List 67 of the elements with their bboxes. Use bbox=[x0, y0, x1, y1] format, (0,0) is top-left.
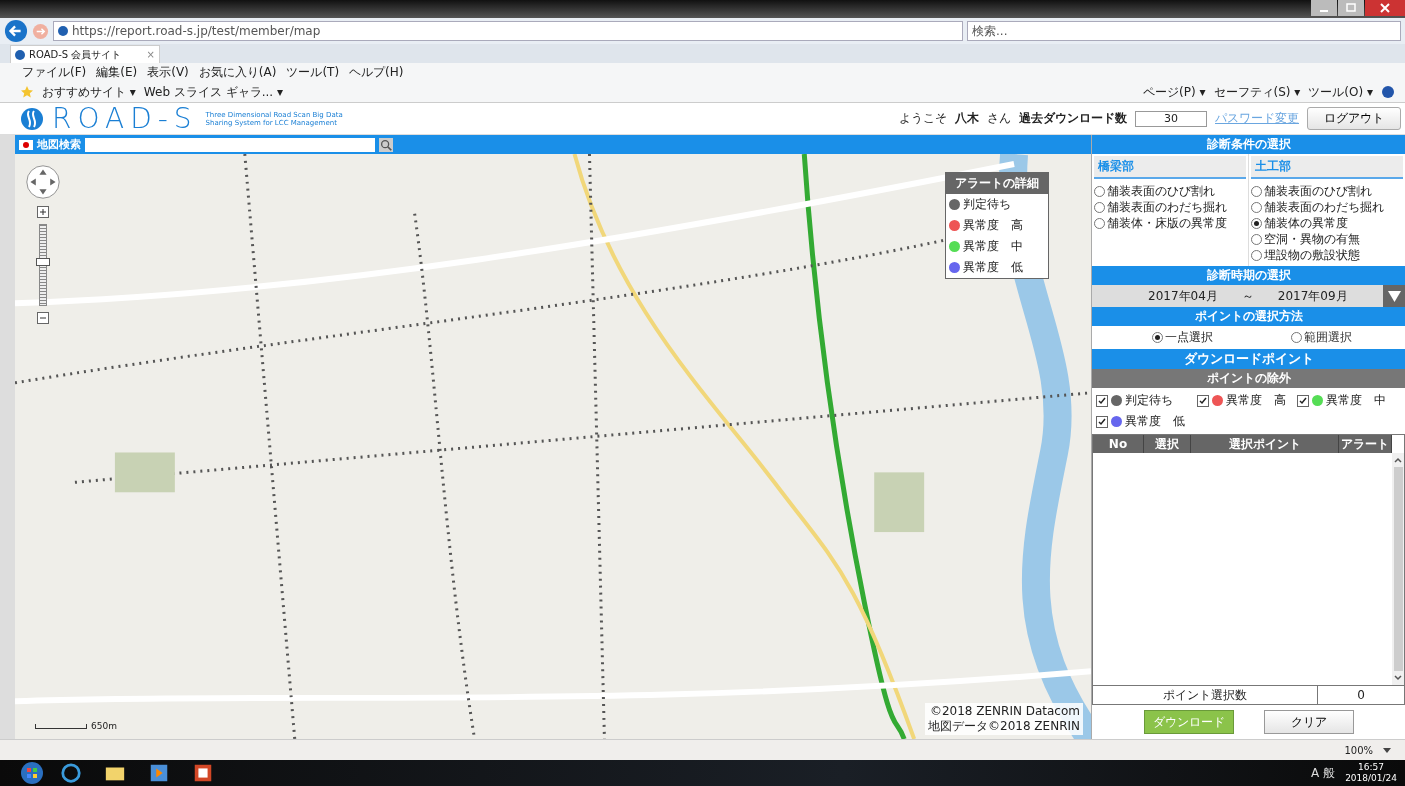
period-from: 2017年04月 bbox=[1148, 287, 1218, 305]
zoom-level[interactable]: 100% bbox=[1344, 744, 1373, 756]
favorites-link[interactable]: Web スライス ギャラ... ▾ bbox=[143, 83, 283, 101]
browser-tab[interactable]: ROAD-S 会員サイト × bbox=[10, 45, 160, 63]
radio-option[interactable]: 範囲選択 bbox=[1291, 329, 1352, 346]
checkbox-label: 判定待ち bbox=[1125, 392, 1173, 409]
count-label: ポイント選択数 bbox=[1093, 686, 1318, 704]
downloads-field[interactable]: 30 bbox=[1135, 110, 1207, 127]
group-title: 橋梁部 bbox=[1094, 156, 1246, 179]
copyright-text: ©2018 ZENRIN Datacom bbox=[929, 704, 1080, 719]
scale-text: 650m bbox=[91, 721, 117, 731]
section-header: 診断条件の選択 bbox=[1092, 135, 1405, 154]
menu-item[interactable]: 編集(E) bbox=[96, 64, 138, 81]
menu-item[interactable]: 表示(V) bbox=[147, 64, 189, 81]
command-menu[interactable]: ページ(P) ▾ bbox=[1143, 83, 1206, 101]
address-field[interactable]: https://report.road-s.jp/test/member/map bbox=[53, 21, 963, 41]
radio-option[interactable]: 舗装体の異常度 bbox=[1251, 215, 1403, 231]
radio-option[interactable]: 舗装表面のひび割れ bbox=[1094, 183, 1246, 199]
welcome-text: ようこそ bbox=[899, 110, 947, 127]
map-search-label: 地図検索 bbox=[37, 137, 81, 152]
ime-indicator[interactable]: A 般 bbox=[1311, 764, 1336, 782]
browser-search-field[interactable]: 検索... bbox=[967, 21, 1401, 41]
legend-label: 判定待ち bbox=[963, 196, 1011, 213]
clear-button[interactable]: クリア bbox=[1263, 710, 1354, 734]
menu-item[interactable]: お気に入り(A) bbox=[198, 64, 277, 81]
group-title: 土工部 bbox=[1251, 156, 1403, 179]
command-menu[interactable]: ツール(O) ▾ bbox=[1308, 83, 1373, 101]
legend-label: 異常度 高 bbox=[963, 217, 1023, 234]
section-header: 診断時期の選択 bbox=[1092, 266, 1405, 285]
column-header: 選択ポイント bbox=[1191, 435, 1339, 453]
radio-option[interactable]: 空洞・異物の有無 bbox=[1251, 231, 1403, 247]
column-header: No bbox=[1093, 435, 1144, 453]
menu-item[interactable]: ファイル(F) bbox=[22, 64, 87, 81]
legend-label: 異常度 低 bbox=[963, 259, 1023, 276]
radio-option[interactable]: 舗装表面のわだち掘れ bbox=[1094, 199, 1246, 215]
radio-option[interactable]: 埋設物の敷設状態 bbox=[1251, 247, 1403, 263]
favorites-link[interactable]: おすすめサイト ▾ bbox=[42, 83, 136, 101]
section-header: ポイントの選択方法 bbox=[1092, 307, 1405, 326]
command-menu[interactable]: セーフティ(S) ▾ bbox=[1213, 83, 1301, 101]
section-header: ダウンロードポイント bbox=[1092, 349, 1405, 369]
logout-button[interactable]: ログアウト bbox=[1307, 107, 1401, 130]
column-header: 選択 bbox=[1144, 435, 1191, 453]
clock-date[interactable]: 2018/01/24 bbox=[1345, 773, 1397, 784]
checkbox-label: 異常度 中 bbox=[1326, 392, 1387, 409]
clock-time[interactable]: 16:57 bbox=[1358, 762, 1385, 773]
radio-option[interactable]: 一点選択 bbox=[1152, 329, 1213, 346]
copyright-text: 地図データ©2018 ZENRIN bbox=[928, 719, 1080, 734]
legend-label: 異常度 中 bbox=[963, 238, 1023, 255]
menu-item[interactable]: ヘルプ(H) bbox=[349, 64, 404, 81]
tab-close-button[interactable]: × bbox=[146, 49, 155, 60]
count-value: 0 bbox=[1356, 687, 1366, 704]
radio-option[interactable]: 舗装表面のひび割れ bbox=[1251, 183, 1403, 199]
radio-option[interactable]: 舗装体・床版の異常度 bbox=[1094, 215, 1246, 231]
column-header: アラート bbox=[1339, 435, 1392, 453]
logo-text: ROAD-S bbox=[52, 102, 198, 135]
radio-option[interactable]: 舗装表面のわだち掘れ bbox=[1251, 199, 1403, 215]
period-to: 2017年09月 bbox=[1277, 287, 1348, 305]
user-name: 八木 bbox=[955, 110, 979, 127]
section-header: ポイントの除外 bbox=[1092, 369, 1405, 388]
checkbox-label: 異常度 高 bbox=[1225, 392, 1286, 409]
period-separator: ～ bbox=[1241, 287, 1254, 305]
downloads-label: 過去ダウンロード数 bbox=[1019, 110, 1127, 127]
checkbox-label: 異常度 低 bbox=[1125, 413, 1185, 430]
legend-title: アラートの詳細 bbox=[946, 173, 1048, 194]
honorific-text: さん bbox=[987, 110, 1011, 127]
map-placeholder[interactable]: アラートの詳細 判定待ち 異常度 高 異常度 中 異常度 低 650m ©2018 ZENRIN Datacom 地図データ©2018 ZENRIN bbox=[15, 154, 1091, 739]
menu-item[interactable]: ツール(T) bbox=[286, 64, 340, 81]
